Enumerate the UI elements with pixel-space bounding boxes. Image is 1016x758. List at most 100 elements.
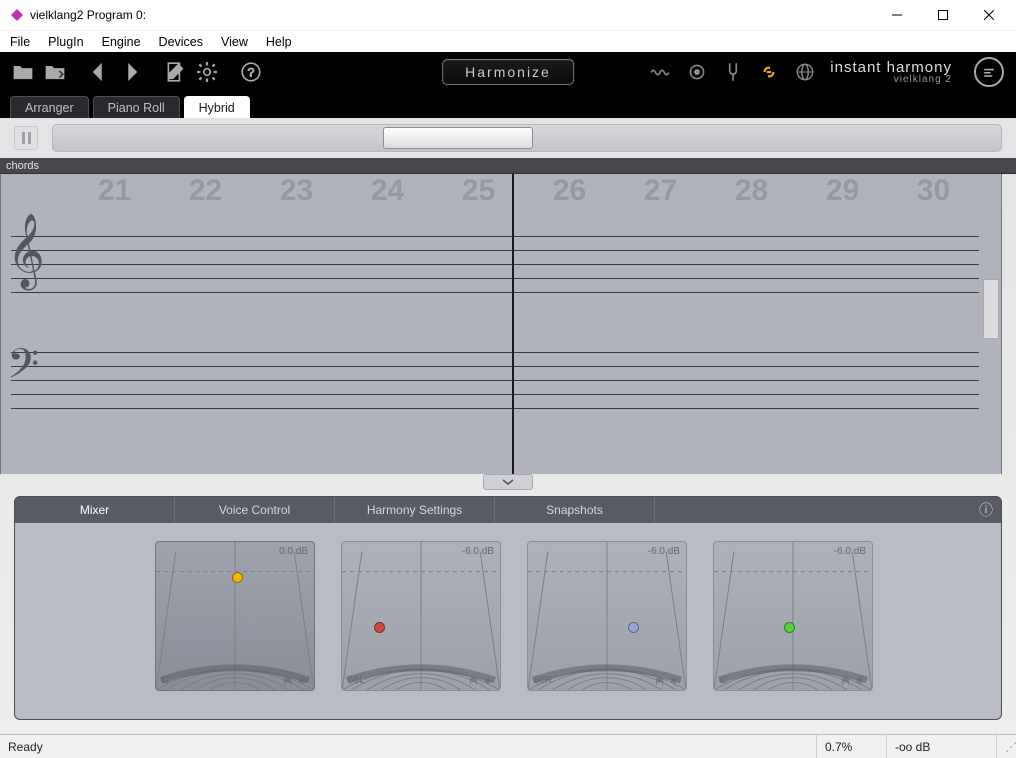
- menu-help[interactable]: Help: [266, 35, 292, 49]
- headphones-icon[interactable]: [654, 675, 665, 686]
- polar-graph-icon: [714, 542, 872, 690]
- speaker-icon[interactable]: [855, 675, 866, 686]
- edit-icon[interactable]: [164, 61, 186, 83]
- mixer-pan-dot[interactable]: [232, 572, 243, 583]
- measure-num: 29: [797, 174, 888, 214]
- scrub-handle[interactable]: [383, 127, 533, 149]
- brand-title: instant harmony: [830, 60, 952, 75]
- mixer-voice-0[interactable]: 0.0 dB C: [155, 541, 315, 691]
- speaker-icon[interactable]: [297, 675, 308, 686]
- panel-tab-voice-control[interactable]: Voice Control: [175, 497, 335, 523]
- transport-bar: [0, 118, 1016, 158]
- panel-tabs: Mixer Voice Control Harmony Settings Sna…: [15, 497, 1001, 523]
- headphones-icon[interactable]: [840, 675, 851, 686]
- panel-collapse-toggle[interactable]: [483, 474, 533, 490]
- treble-staff: 𝄞: [11, 236, 979, 306]
- brand-subtitle: vielklang 2: [830, 75, 952, 85]
- status-text: Ready: [0, 735, 816, 758]
- link-icon[interactable]: [758, 61, 780, 83]
- mixer-pan-dot[interactable]: [374, 622, 385, 633]
- close-button[interactable]: [966, 0, 1012, 30]
- menu-file[interactable]: File: [10, 35, 30, 49]
- measure-num: 30: [888, 174, 979, 214]
- mixer-db-label: 0.0 dB: [279, 546, 308, 557]
- mixer-db-label: -6.0 dB: [462, 546, 494, 557]
- mixer-body: 0.0 dB C -6.0 dB 66L -6.0 dB 66R -6.0 dBC: [15, 523, 1001, 719]
- headphones-icon[interactable]: [282, 675, 293, 686]
- treble-clef-icon: 𝄞: [7, 214, 45, 288]
- globe-icon[interactable]: [794, 61, 816, 83]
- score-area[interactable]: 21 22 23 24 25 26 27 28 29 30 𝄞 𝄢: [0, 174, 1002, 474]
- measure-num: 24: [342, 174, 433, 214]
- gear-icon[interactable]: [196, 61, 218, 83]
- measure-numbers: 21 22 23 24 25 26 27 28 29 30: [69, 174, 979, 214]
- panel-tab-harmony-settings[interactable]: Harmony Settings: [335, 497, 495, 523]
- mixer-pan-label: 66L: [348, 675, 365, 686]
- mixer-pan-label: C: [162, 675, 169, 686]
- help-icon[interactable]: ?: [240, 61, 262, 83]
- target-icon[interactable]: [686, 61, 708, 83]
- toolbar: ? Harmonize instant harmony vielklang 2: [0, 52, 1016, 92]
- status-cpu: 0.7%: [816, 735, 886, 758]
- tab-arranger[interactable]: Arranger: [10, 96, 89, 118]
- menu-devices[interactable]: Devices: [159, 35, 203, 49]
- titlebar: vielklang2 Program 0:: [0, 0, 1016, 30]
- scrub-track[interactable]: [52, 124, 1002, 152]
- open-folder-icon[interactable]: [12, 61, 34, 83]
- harmonize-button[interactable]: Harmonize: [442, 59, 574, 85]
- mixer-pan-label: 66R: [534, 675, 552, 686]
- score-scrollbar[interactable]: [983, 279, 999, 339]
- view-tabs: Arranger Piano Roll Hybrid: [0, 92, 1016, 118]
- resize-grip-icon[interactable]: ⋰: [996, 735, 1016, 758]
- menu-engine[interactable]: Engine: [102, 35, 141, 49]
- headphones-icon[interactable]: [468, 675, 479, 686]
- mixer-pan-dot[interactable]: [628, 622, 639, 633]
- mixer-voice-3[interactable]: -6.0 dBC: [713, 541, 873, 691]
- back-arrow-icon[interactable]: [88, 61, 110, 83]
- polar-graph-icon: [156, 542, 314, 690]
- menubar: File PlugIn Engine Devices View Help: [0, 30, 1016, 52]
- bottom-panel: Mixer Voice Control Harmony Settings Sna…: [14, 496, 1002, 720]
- forward-arrow-icon[interactable]: [120, 61, 142, 83]
- statusbar: Ready 0.7% -oo dB ⋰: [0, 734, 1016, 758]
- window-title: vielklang2 Program 0:: [30, 8, 874, 22]
- minimize-button[interactable]: [874, 0, 920, 30]
- info-icon[interactable]: ⓘ: [977, 497, 1001, 523]
- mixer-pan-dot[interactable]: [784, 622, 795, 633]
- measure-num: 26: [524, 174, 615, 214]
- tab-piano-roll[interactable]: Piano Roll: [93, 96, 180, 118]
- measure-num: 27: [615, 174, 706, 214]
- polar-graph-icon: [342, 542, 500, 690]
- panel-tab-mixer[interactable]: Mixer: [15, 497, 175, 523]
- measure-num: 21: [69, 174, 160, 214]
- menu-plugin[interactable]: PlugIn: [48, 35, 83, 49]
- wave-icon[interactable]: [650, 61, 672, 83]
- mixer-voice-2[interactable]: -6.0 dB 66R: [527, 541, 687, 691]
- tab-hybrid[interactable]: Hybrid: [184, 96, 250, 118]
- bass-staff: 𝄢: [11, 352, 979, 422]
- panel-tab-snapshots[interactable]: Snapshots: [495, 497, 655, 523]
- polar-graph-icon: [528, 542, 686, 690]
- menu-view[interactable]: View: [221, 35, 248, 49]
- mixer-voice-1[interactable]: -6.0 dB 66L: [341, 541, 501, 691]
- playhead[interactable]: [512, 174, 514, 474]
- app-icon: [10, 8, 24, 22]
- chords-label: chords: [0, 158, 1016, 174]
- brand-label: instant harmony vielklang 2: [830, 60, 952, 85]
- status-level: -oo dB: [886, 735, 996, 758]
- measure-num: 28: [706, 174, 797, 214]
- mixer-pan-label: C: [720, 675, 727, 686]
- save-folder-icon[interactable]: [44, 61, 66, 83]
- pause-button[interactable]: [14, 126, 38, 150]
- svg-text:?: ?: [248, 65, 255, 79]
- brand-logo-icon: [974, 57, 1004, 87]
- speaker-icon[interactable]: [669, 675, 680, 686]
- speaker-icon[interactable]: [483, 675, 494, 686]
- tuning-fork-icon[interactable]: [722, 61, 744, 83]
- bass-clef-icon: 𝄢: [7, 340, 39, 399]
- measure-num: 25: [433, 174, 524, 214]
- measure-num: 23: [251, 174, 342, 214]
- mixer-db-label: -6.0 dB: [648, 546, 680, 557]
- maximize-button[interactable]: [920, 0, 966, 30]
- main-area: chords 21 22 23 24 25 26 27 28 29 30 𝄞 𝄢: [0, 118, 1016, 734]
